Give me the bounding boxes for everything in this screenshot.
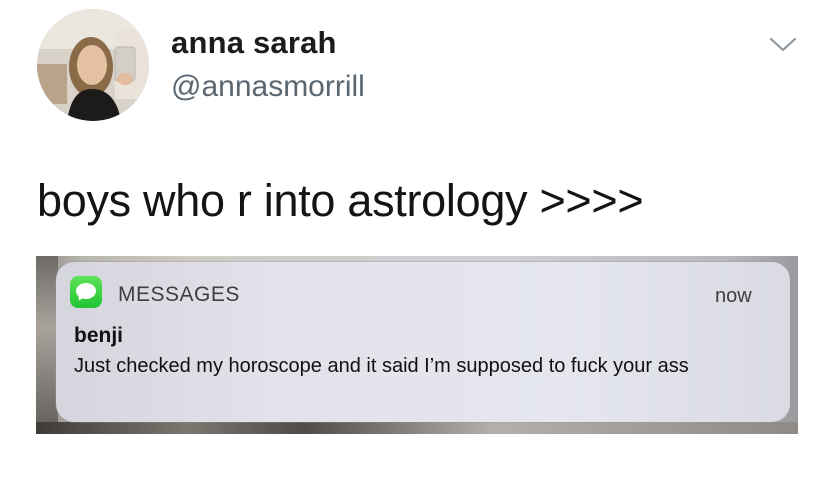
notification-sender: benji: [74, 324, 124, 347]
photo-background-bottom: [36, 422, 798, 434]
speech-bubble-tail: [76, 293, 86, 303]
notification-time: now: [715, 285, 752, 307]
tweet-page: anna sarah @annasmorrill boys who r into…: [0, 0, 828, 486]
tweet-text: boys who r into astrology >>>>: [37, 175, 644, 226]
author-handle[interactable]: @annasmorrill: [171, 70, 365, 104]
notification-app-name: MESSAGES: [118, 283, 240, 306]
messages-app-icon: [70, 276, 102, 308]
notification-message: Just checked my horoscope and it said I’…: [74, 355, 689, 377]
photo-background-left: [36, 256, 58, 434]
author-display-name[interactable]: anna sarah: [171, 25, 337, 61]
avatar[interactable]: [37, 9, 149, 121]
chevron-down-icon[interactable]: [768, 34, 798, 54]
profile-photo: [37, 9, 149, 121]
